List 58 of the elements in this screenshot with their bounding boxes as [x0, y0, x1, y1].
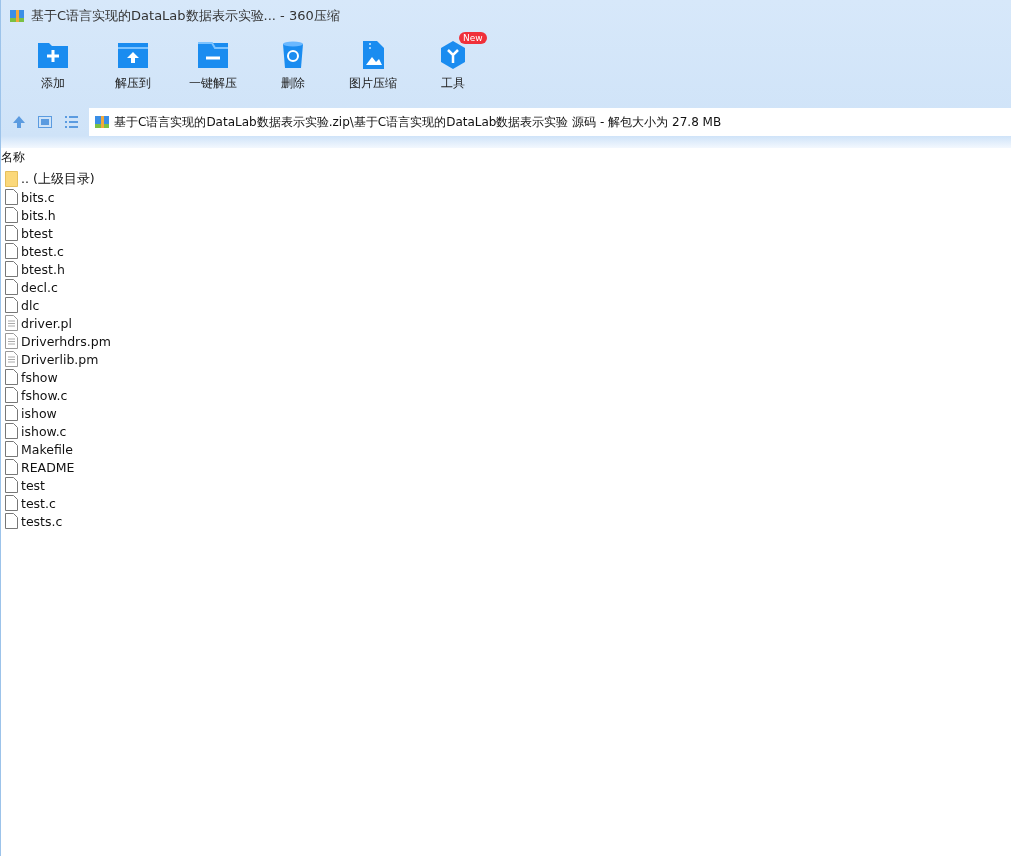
file-name[interactable]: bits.h — [21, 207, 56, 223]
file-name[interactable]: Driverlib.pm — [21, 351, 99, 367]
file-icon — [5, 513, 18, 529]
list-view-icon[interactable] — [63, 114, 79, 130]
file-icon — [5, 405, 18, 421]
file-name[interactable]: fshow.c — [21, 387, 68, 403]
file-icon — [5, 189, 18, 205]
file-name[interactable]: tests.c — [21, 513, 63, 529]
file-name[interactable]: Makefile — [21, 441, 73, 457]
file-icon — [5, 369, 18, 385]
file-name[interactable]: .. (上级目录) — [21, 170, 95, 188]
toolbar-button[interactable]: 添加 — [13, 32, 93, 102]
file-name[interactable]: bits.c — [21, 189, 55, 205]
file-name[interactable]: decl.c — [21, 279, 58, 295]
column-header[interactable]: 名称 — [1, 148, 25, 166]
address-field[interactable]: 基于C语言实现的DataLab数据表示实验.zip\基于C语言实现的DataLab数据表示实验 源码 - 解包大小为 27.8 MB — [89, 108, 1011, 136]
file-icon — [5, 495, 18, 511]
window-title: 基于C语言实现的DataLab数据表示实验... - 360压缩 — [31, 7, 340, 25]
file-name[interactable]: Driverhdrs.pm — [21, 333, 111, 349]
file-icon — [5, 459, 18, 475]
folder-icon — [5, 171, 18, 187]
file-name[interactable]: fshow — [21, 369, 58, 385]
up-arrow-icon[interactable] — [11, 114, 27, 130]
folder-minus-icon — [196, 40, 230, 70]
file-name[interactable]: btest.c — [21, 243, 64, 259]
file-icon — [5, 441, 18, 457]
new-badge: New — [459, 32, 487, 44]
file-icon — [5, 423, 18, 439]
archive-icon — [9, 8, 25, 24]
file-icon — [5, 387, 18, 403]
file-icon — [5, 261, 18, 277]
file-name[interactable]: test.c — [21, 495, 56, 511]
toolbar-button[interactable]: 删除 — [253, 32, 333, 102]
toolbar-button[interactable]: 解压到 — [93, 32, 173, 102]
folder-upload-icon — [116, 40, 150, 70]
toolbar-button[interactable]: 图片压缩 — [333, 32, 413, 102]
text-file-icon — [5, 333, 18, 349]
file-name[interactable]: test — [21, 477, 45, 493]
file-name[interactable]: ishow — [21, 405, 57, 421]
file-icon — [5, 225, 18, 241]
text-file-icon — [5, 315, 18, 331]
file-icon — [5, 279, 18, 295]
file-name[interactable]: driver.pl — [21, 315, 72, 331]
text-file-icon — [5, 351, 18, 367]
file-icon — [5, 477, 18, 493]
toolbar-button[interactable]: New 工具 — [413, 32, 493, 102]
file-name[interactable]: btest.h — [21, 261, 65, 277]
file-name[interactable]: dlc — [21, 297, 40, 313]
toolbar-button[interactable]: 一键解压 — [173, 32, 253, 102]
file-icon — [5, 297, 18, 313]
file-name[interactable]: btest — [21, 225, 53, 241]
file-icon — [5, 243, 18, 259]
file-name[interactable]: ishow.c — [21, 423, 67, 439]
file-icon — [5, 207, 18, 223]
folder-plus-icon — [36, 40, 70, 70]
file-name[interactable]: README — [21, 459, 75, 475]
archive-icon — [94, 114, 110, 130]
window-view-icon[interactable] — [37, 114, 53, 130]
